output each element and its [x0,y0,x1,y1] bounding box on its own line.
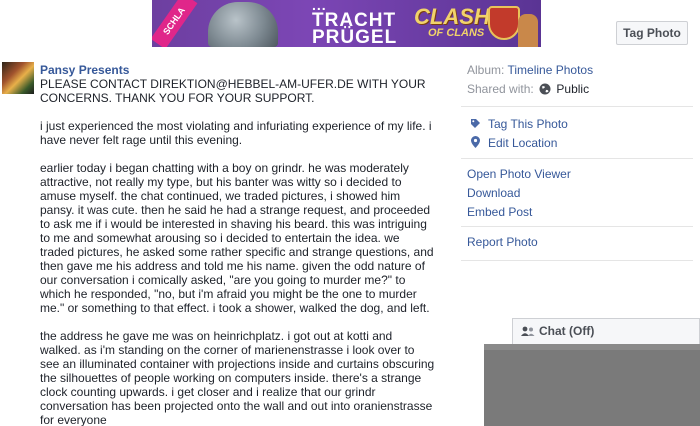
download-link[interactable]: Download [467,186,520,200]
post-paragraph: i just experienced the most violating an… [40,119,432,147]
album-link[interactable]: Timeline Photos [507,63,593,77]
post-content: Pansy Presents PLEASE CONTACT DIREKTION@… [0,50,440,426]
sidebar-divider [461,226,693,227]
chat-status-label: Chat (Off) [539,324,595,338]
photo-image[interactable]: SCHLA ... TRACHT PRÜGEL CLASH OF CLANS [152,0,541,47]
shared-with-value[interactable]: Public [556,82,589,96]
open-photo-viewer-link[interactable]: Open Photo Viewer [467,167,571,181]
post-body: PLEASE CONTACT DIREKTION@HEBBEL-AM-UFER.… [40,77,435,426]
shared-with-prefix: Shared with: [467,82,534,96]
post-paragraph: PLEASE CONTACT DIREKTION@HEBBEL-AM-UFER.… [40,77,426,105]
tag-photo-button[interactable]: Tag Photo [616,21,688,45]
post-paragraph: earlier today i began chatting with a bo… [40,161,434,315]
report-photo-link[interactable]: Report Photo [467,235,538,249]
sidebar-divider [461,106,693,107]
edit-location-row[interactable]: Edit Location [470,136,557,150]
banner-shield-image [488,6,520,40]
photo-area: SCHLA ... TRACHT PRÜGEL CLASH OF CLANS T… [0,0,700,50]
location-pin-icon [471,136,480,151]
album-prefix: Album: [467,63,505,77]
edit-location-link[interactable]: Edit Location [488,136,557,150]
globe-icon [539,83,551,98]
post-paragraph: the address he gave me was on heinrichpl… [40,329,435,426]
obscured-region-edge [484,344,700,350]
banner-text-line3: PRÜGEL [312,27,398,47]
shared-with-row: Shared with: Public [467,82,589,98]
banner-ribbon: SCHLA [152,0,198,47]
author-name-link[interactable]: Pansy Presents [40,63,129,77]
banner-brand-subtitle: OF CLANS [428,27,485,39]
tag-icon [470,118,481,132]
obscured-region [484,344,700,426]
author-avatar[interactable] [2,62,34,94]
tag-this-photo-link[interactable]: Tag This Photo [488,117,568,131]
sidebar-divider [461,260,693,261]
banner-figure-image [518,14,538,47]
tag-this-photo-row[interactable]: Tag This Photo [470,117,568,131]
sidebar-divider [461,158,693,159]
chat-bar[interactable]: Chat (Off) [512,318,700,344]
embed-post-link[interactable]: Embed Post [467,205,532,219]
banner-character-image [208,2,278,47]
album-row: Album: Timeline Photos [467,63,593,77]
chat-people-icon [521,326,535,336]
